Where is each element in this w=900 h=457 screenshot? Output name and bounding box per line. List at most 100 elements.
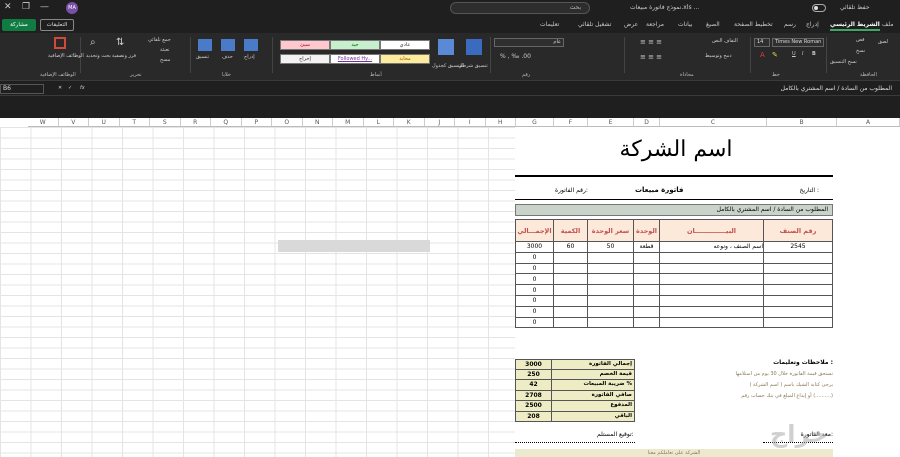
total-value[interactable]: 250 — [516, 369, 552, 379]
cut-button[interactable]: قص — [856, 37, 865, 43]
table-cell[interactable] — [763, 316, 833, 329]
column-header-d[interactable]: D — [634, 118, 660, 127]
table-cell[interactable] — [633, 294, 660, 307]
column-header-e[interactable]: E — [588, 118, 634, 127]
column-header-u[interactable]: U — [89, 118, 120, 127]
total-value[interactable]: 3000 — [516, 360, 552, 369]
column-header-w[interactable]: W — [28, 118, 59, 127]
table-cell[interactable] — [553, 294, 588, 307]
column-header-i[interactable]: I — [455, 118, 486, 127]
table-cell[interactable] — [553, 316, 588, 329]
formula-input[interactable]: المطلوب من السادة / اسم المشتري بالكامل — [781, 85, 892, 92]
font-name-select[interactable]: Times New Roman — [772, 38, 824, 47]
table-cell[interactable]: قطعة — [633, 241, 660, 253]
column-header-h[interactable]: H — [485, 118, 516, 127]
table-cell[interactable] — [659, 284, 764, 296]
autosave-toggle[interactable] — [812, 4, 826, 12]
column-header-o[interactable]: O — [272, 118, 303, 127]
merge-center-button[interactable]: دمج وتوسيط — [705, 53, 732, 59]
column-header-m[interactable]: M — [333, 118, 364, 127]
customer-line[interactable]: المطلوب من السادة / اسم المشتري بالكامل — [515, 204, 833, 216]
table-cell[interactable]: 50 — [587, 241, 634, 253]
table-cell[interactable] — [587, 284, 634, 296]
table-cell[interactable] — [763, 305, 833, 318]
format-cells-button[interactable]: تنسيق — [196, 54, 209, 60]
tab-file[interactable]: ملف — [882, 21, 893, 28]
column-header-p[interactable]: P — [241, 118, 272, 127]
table-cell[interactable] — [633, 251, 660, 264]
tab-review[interactable]: مراجعة — [646, 21, 664, 28]
cancel-icon[interactable]: ✕ — [58, 85, 62, 91]
column-header-g[interactable]: G — [516, 118, 554, 127]
find-select-button[interactable]: بحث وتحديد — [86, 53, 111, 59]
style-bad[interactable]: سيئ — [280, 40, 330, 50]
column-header-l[interactable]: L — [363, 118, 394, 127]
column-header-a[interactable]: A — [837, 118, 900, 127]
tab-data[interactable]: بيانات — [678, 21, 692, 28]
name-box[interactable]: B6 — [0, 84, 44, 94]
style-output[interactable]: إخراج — [280, 54, 330, 64]
minimize-window-icon[interactable]: — — [40, 2, 49, 12]
table-cell[interactable] — [659, 262, 764, 275]
comments-button[interactable]: التعليقات — [40, 19, 74, 31]
table-cell[interactable] — [553, 262, 588, 275]
bold-button[interactable]: B — [812, 51, 816, 57]
number-format-select[interactable]: عام — [494, 38, 564, 47]
column-header-s[interactable]: S — [150, 118, 181, 127]
table-cell[interactable]: 0 — [515, 316, 554, 329]
format-painter-button[interactable]: نسخ التنسيق — [830, 59, 857, 65]
fill-button[interactable]: تعبئة — [160, 47, 170, 53]
addins-button[interactable]: الوظائف الإضافية — [48, 53, 84, 59]
style-normal[interactable]: عادي — [380, 40, 430, 50]
total-value[interactable]: 42 — [516, 380, 552, 390]
worksheet[interactable]: ABCDEFGHIJKLMNOPQRSTUVW اسم الشركة التار… — [0, 96, 900, 457]
table-cell[interactable] — [659, 305, 764, 318]
tab-view[interactable]: عرض — [624, 21, 638, 28]
column-header-k[interactable]: K — [394, 118, 425, 127]
column-header-q[interactable]: Q — [211, 118, 242, 127]
confirm-icon[interactable]: ✓ — [68, 85, 72, 91]
column-header-v[interactable]: V — [58, 118, 89, 127]
table-cell[interactable]: 0 — [515, 305, 554, 318]
table-cell[interactable]: 3000 — [515, 241, 554, 253]
column-header-j[interactable]: J — [424, 118, 455, 127]
total-value[interactable]: 208 — [516, 411, 552, 421]
table-cell[interactable] — [553, 251, 588, 264]
autosum-button[interactable]: جمع تلقائي — [148, 37, 171, 43]
sort-filter-button[interactable]: فرز وتصفية — [112, 53, 136, 59]
table-cell[interactable]: 0 — [515, 251, 554, 264]
tab-automate[interactable]: تشغيل تلقائي — [578, 21, 611, 28]
table-cell[interactable] — [587, 316, 634, 329]
table-cell[interactable] — [587, 262, 634, 275]
table-cell[interactable]: 0 — [515, 294, 554, 307]
table-cell[interactable] — [633, 305, 660, 318]
cell-grid[interactable] — [0, 127, 515, 457]
table-cell[interactable] — [763, 284, 833, 296]
clear-button[interactable]: مسح — [160, 57, 170, 63]
total-value[interactable]: 2708 — [516, 390, 552, 400]
table-cell[interactable] — [553, 273, 588, 286]
table-cell[interactable] — [633, 316, 660, 329]
table-cell[interactable] — [763, 251, 833, 264]
share-button[interactable]: مشاركة — [2, 19, 36, 31]
table-cell[interactable] — [763, 294, 833, 307]
align-horizontal-icons[interactable]: ≡ ≡ ≡ — [640, 53, 662, 61]
align-icons[interactable]: ≡ ≡ ≡ — [640, 38, 662, 46]
table-cell[interactable]: 2545 — [763, 241, 833, 253]
tab-insert[interactable]: إدراج — [806, 21, 819, 28]
table-cell[interactable]: 60 — [553, 241, 588, 253]
underline-button[interactable]: U — [792, 51, 796, 57]
font-color-icon[interactable]: A — [760, 51, 765, 59]
table-cell[interactable] — [763, 262, 833, 275]
copy-button[interactable]: نسخ — [856, 48, 865, 54]
tab-home[interactable]: الشريط الرئيسي — [830, 21, 880, 31]
table-cell[interactable] — [659, 294, 764, 307]
table-cell[interactable] — [633, 262, 660, 275]
table-cell[interactable] — [659, 273, 764, 286]
column-header-c[interactable]: C — [660, 118, 767, 127]
table-cell[interactable] — [659, 251, 764, 264]
total-value[interactable]: 2500 — [516, 401, 552, 411]
search-input[interactable]: بحث — [450, 2, 590, 14]
table-cell[interactable] — [633, 273, 660, 286]
tab-help[interactable]: تعليمات — [540, 21, 559, 28]
